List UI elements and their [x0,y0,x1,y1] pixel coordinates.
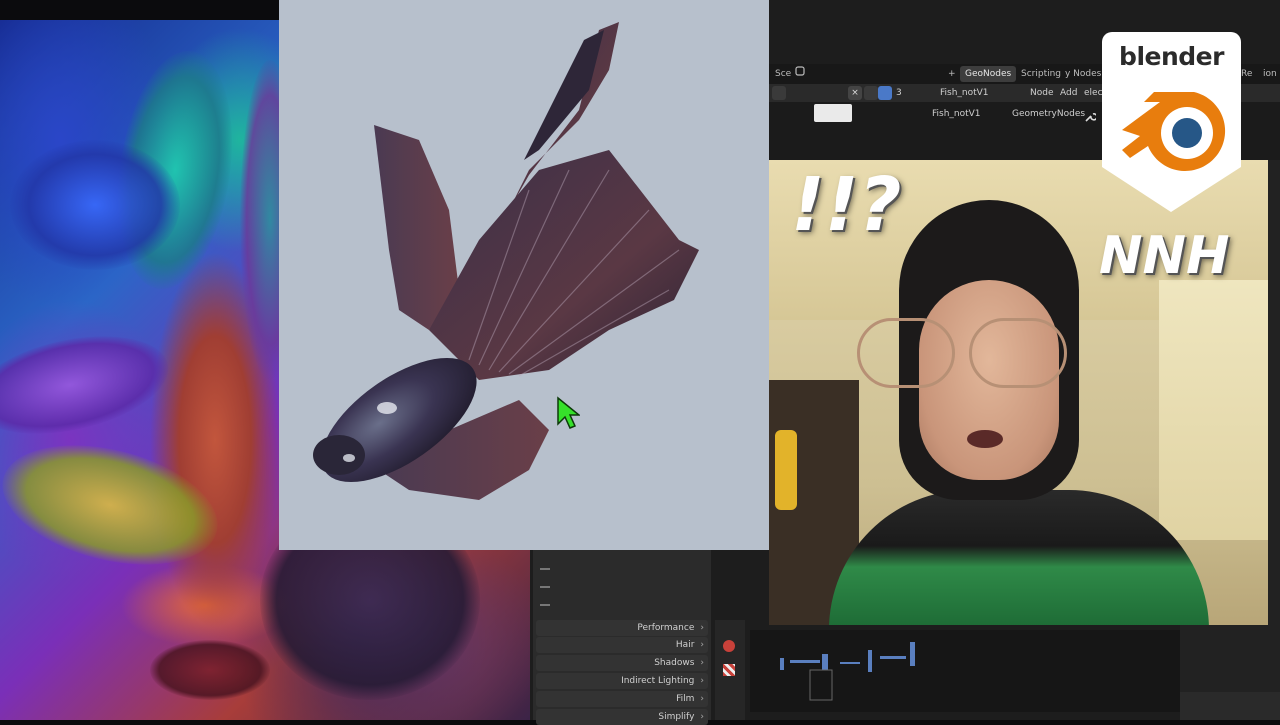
shield-icon[interactable] [864,86,878,100]
scene-icon[interactable] [790,66,810,82]
blender-logo-icon [1122,92,1226,171]
tab-geonodes[interactable]: GeoNodes [960,66,1017,82]
expand-chevron-icon: › [700,676,704,686]
section-shadows[interactable]: Shadows › [536,655,708,671]
section-label: Indirect Lighting [621,676,695,686]
material-tab-icon[interactable] [723,640,735,652]
webcam-feed: !!? NNH [769,160,1268,625]
expand-chevron-icon: › [700,623,704,633]
exclaim-overlay: !!? [791,162,902,248]
properties-tabs [715,620,745,720]
section-label: Simplify [658,712,695,722]
drag-handle[interactable] [540,586,550,588]
tab-scripting[interactable]: Scripting [1016,66,1066,82]
yellow-jacket [775,430,797,510]
menu-add[interactable]: Add [1060,85,1077,101]
status-bar [1180,692,1280,720]
section-label: Film [676,694,695,704]
section-performance[interactable]: Performance › [536,620,708,636]
mouth [967,430,1003,448]
glasses-right-lens [969,318,1067,388]
node-graph-minimap[interactable] [750,630,1180,712]
object-name[interactable]: Fish_notV1 [940,85,989,101]
expand-chevron-icon: › [700,640,704,650]
fish-render-viewport [279,0,769,550]
section-label: Hair [675,640,695,650]
node-graph-preview [780,642,915,701]
breadcrumb-object[interactable]: Fish_notV1 [932,109,981,119]
cursor-arrow-icon [557,396,580,429]
expand-chevron-icon: › [700,658,704,668]
initials-overlay: NNH [1099,226,1230,286]
betta-fish-illustration [313,22,699,500]
close-icon[interactable]: × [848,86,862,100]
node-thumbnail[interactable] [814,104,852,122]
tab-add[interactable]: + [943,66,961,82]
section-label: Shadows [654,658,695,668]
drag-handle[interactable] [540,604,550,606]
section-simplify[interactable]: Simplify › [536,709,708,725]
glasses-left-lens [857,318,955,388]
tab-shader-nodes[interactable]: y Nodes [1060,66,1106,82]
section-hair[interactable]: Hair › [536,637,708,653]
blender-logo-badge: blender [1102,32,1241,212]
section-film[interactable]: Film › [536,691,708,707]
section-label: Performance [637,623,695,633]
breadcrumb-modifier[interactable]: GeometryNodes [1012,109,1085,119]
wrench-icon [1084,108,1098,127]
drag-handle[interactable] [540,568,550,570]
logo-text: blender [1119,42,1224,71]
expand-chevron-icon: › [700,694,704,704]
texture-tab-icon[interactable] [723,664,735,676]
user-count: 3 [896,88,902,98]
jacket [829,490,1209,625]
expand-chevron-icon: › [700,712,704,722]
section-indirect-lighting[interactable]: Indirect Lighting › [536,673,708,689]
tab-animation[interactable]: ion [1258,66,1280,82]
fake-user-icon[interactable] [878,86,892,100]
menu-node[interactable]: Node [1030,85,1054,101]
editor-type-icon[interactable] [772,86,786,100]
wall-light [1159,280,1268,540]
